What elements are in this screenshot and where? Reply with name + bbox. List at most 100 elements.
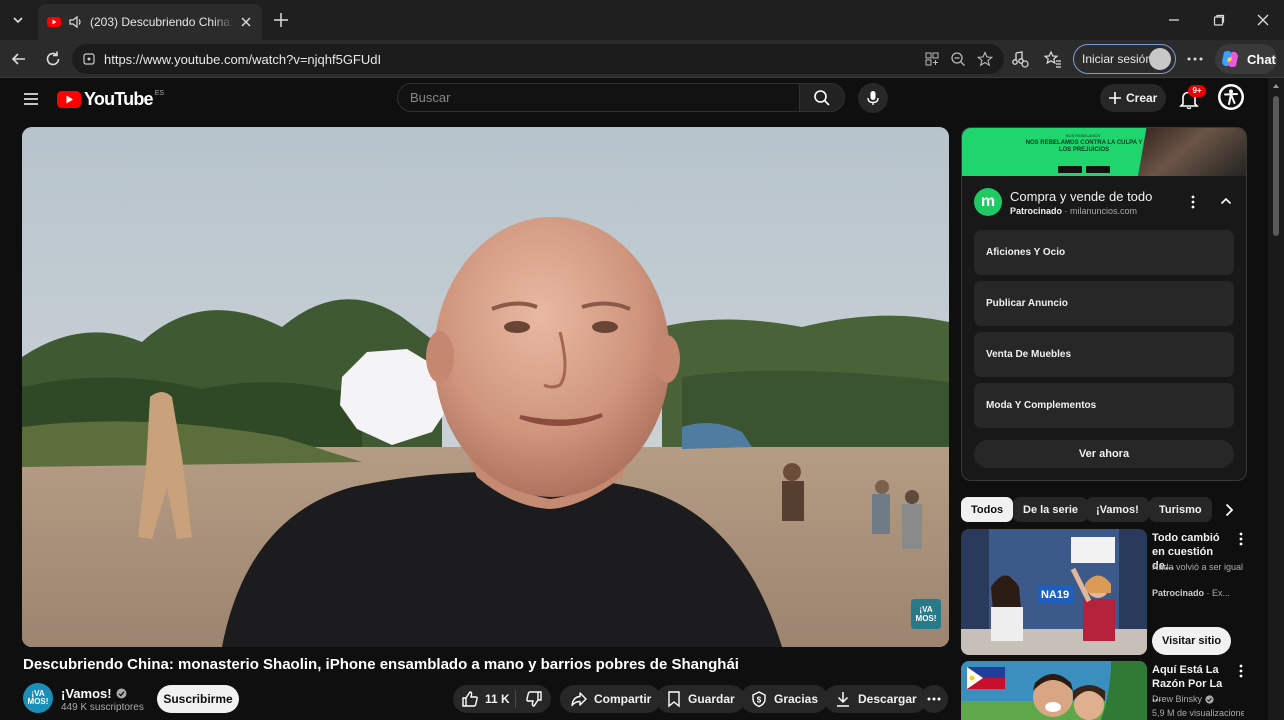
ad-banner-image[interactable]: NOS REBELAMOS NOS REBELAMOS CONTRA LA CU… [962, 128, 1246, 176]
favorite-star-icon[interactable] [977, 51, 993, 67]
browser-tab-active[interactable]: (203) Descubriendo China: monasterio Sha… [38, 4, 262, 40]
super-thanks-icon: $ [752, 691, 766, 708]
download-label: Descargar [858, 692, 917, 706]
channel-avatar[interactable]: ¡VA MOS! [23, 683, 53, 713]
save-label: Guardar [688, 692, 735, 706]
like-divider [515, 690, 516, 708]
browser-toolbar: https://www.youtube.com/watch?v=njqhf5GF… [0, 40, 1284, 78]
ad-sitelink[interactable]: Publicar Anuncio [974, 281, 1234, 326]
recommendation-options-kebab-icon[interactable] [1235, 531, 1247, 547]
youtube-logo-icon [57, 90, 81, 108]
thanks-button[interactable]: $ Gracias [740, 685, 829, 713]
browser-tab-bar: (203) Descubriendo China: monasterio Sha… [0, 0, 1284, 40]
favorites-icon[interactable] [1044, 50, 1062, 68]
search-button[interactable] [799, 83, 845, 112]
ad-sitelink[interactable]: Moda Y Complementos [974, 383, 1234, 428]
back-arrow-icon[interactable] [10, 50, 28, 68]
scrollbar-thumb[interactable] [1273, 96, 1279, 236]
youtube-favicon-icon [47, 17, 61, 27]
scroll-up-arrow-icon[interactable] [1272, 82, 1280, 90]
chip-vamos[interactable]: ¡Vamos! [1086, 497, 1149, 522]
ad-sitelink[interactable]: Aficiones Y Ocio [974, 230, 1234, 275]
chip-de-la-serie[interactable]: De la serie [1013, 497, 1089, 522]
voice-search-button[interactable] [858, 83, 888, 113]
chat-label: Chat [1247, 51, 1276, 67]
like-count: 11 K [485, 692, 510, 706]
share-button[interactable]: Compartir [560, 685, 662, 713]
video-thumbnail-image [961, 661, 1147, 720]
app-available-icon[interactable] [924, 51, 940, 67]
account-avatar[interactable] [1218, 84, 1244, 110]
video-frame [22, 127, 949, 647]
chevron-down-icon [13, 17, 23, 24]
ad-cta-button[interactable]: Ver ahora [974, 440, 1234, 468]
dislike-button[interactable] [519, 685, 549, 713]
create-label: Crear [1126, 91, 1158, 105]
recommendation-description: Nada volvió a ser igual [1152, 562, 1244, 572]
restore-icon[interactable] [1211, 12, 1227, 28]
share-arrow-icon [571, 692, 587, 707]
youtube-logo[interactable]: YouTube ES [57, 88, 164, 110]
download-button[interactable]: Descargar [824, 685, 927, 713]
create-button[interactable]: Crear [1100, 84, 1166, 112]
recommendation-channel-name: Drew Binsky [1152, 694, 1203, 704]
more-options-icon[interactable] [1186, 50, 1204, 68]
close-window-icon[interactable] [1255, 12, 1271, 28]
accessibility-person-icon [1220, 86, 1242, 108]
recommendation-thumbnail[interactable] [961, 661, 1147, 720]
microphone-icon [867, 91, 879, 105]
save-button[interactable]: Guardar [656, 685, 745, 713]
plus-icon [1109, 92, 1121, 104]
chevron-right-icon[interactable] [1220, 501, 1238, 519]
visit-site-button[interactable]: Visitar sitio [1152, 627, 1231, 655]
channel-name: ¡Vamos! [61, 686, 112, 701]
zoom-icon[interactable] [950, 51, 966, 67]
minimize-icon[interactable] [1166, 12, 1182, 28]
thumbnail-badge-text: NA19 [1041, 589, 1069, 601]
chip-todos[interactable]: Todos [961, 497, 1014, 522]
recommendation-options-kebab-icon[interactable] [1235, 663, 1247, 679]
reload-icon[interactable] [44, 50, 62, 68]
recommendation-views: 5,9 M de visualizaciones [1152, 708, 1244, 718]
more-actions-button[interactable] [920, 685, 948, 713]
url-text[interactable]: https://www.youtube.com/watch?v=njqhf5GF… [104, 52, 381, 67]
download-icon [837, 692, 849, 707]
close-tab-icon[interactable] [238, 14, 254, 30]
copilot-chat-button[interactable]: Chat [1215, 44, 1277, 74]
sign-in-button[interactable]: Iniciar sesión [1073, 44, 1176, 74]
recommendation-thumbnail[interactable]: NA19 [961, 529, 1147, 655]
channel-watermark[interactable]: ¡VA MOS! [911, 599, 941, 629]
verified-check-icon [1205, 694, 1214, 704]
ad-domain: milanuncios.com [1070, 206, 1138, 216]
tab-actions-menu-button[interactable] [6, 8, 30, 32]
ad-options-kebab-icon[interactable] [1186, 194, 1200, 210]
subscriber-count: 449 K suscriptores [61, 702, 144, 713]
ad-banner-top-text: NOS REBELAMOS [1065, 133, 1101, 138]
menu-icon[interactable] [22, 90, 40, 108]
subscribe-button[interactable]: Suscribirme [157, 685, 239, 713]
video-player[interactable]: ¡VA MOS! [22, 127, 949, 647]
advertiser-logo[interactable]: m [974, 188, 1002, 216]
tab-title: (203) Descubriendo China: monasterio Sha… [90, 15, 234, 29]
browser-extension-icon[interactable] [1011, 50, 1029, 68]
collapse-chevron-up-icon[interactable] [1219, 194, 1233, 208]
ad-headline[interactable]: Compra y vende de todo [1010, 189, 1152, 204]
like-button[interactable]: 11 K [453, 685, 515, 713]
site-info-icon[interactable] [82, 52, 96, 66]
page-scrollbar[interactable] [1268, 78, 1284, 720]
sponsored-label: Patrocinado [1152, 588, 1205, 598]
search-input[interactable] [410, 90, 799, 105]
thumbs-down-icon [526, 691, 542, 707]
new-tab-icon[interactable] [272, 11, 290, 29]
channel-name-link[interactable]: ¡Vamos! [61, 686, 127, 701]
address-bar[interactable]: https://www.youtube.com/watch?v=njqhf5GF… [72, 44, 1004, 74]
search-box[interactable] [397, 83, 800, 112]
bookmark-icon [668, 691, 680, 708]
ad-sponsor-line: Patrocinado · milanuncios.com [1010, 206, 1138, 216]
speaker-icon[interactable] [68, 14, 84, 30]
chip-turismo[interactable]: Turismo [1149, 497, 1212, 522]
profile-avatar-icon [1149, 48, 1171, 70]
sponsored-ad-panel: NOS REBELAMOS NOS REBELAMOS CONTRA LA CU… [961, 127, 1247, 481]
recommendation-channel[interactable]: Drew Binsky [1152, 693, 1244, 705]
ad-sitelink[interactable]: Venta De Muebles [974, 332, 1234, 377]
